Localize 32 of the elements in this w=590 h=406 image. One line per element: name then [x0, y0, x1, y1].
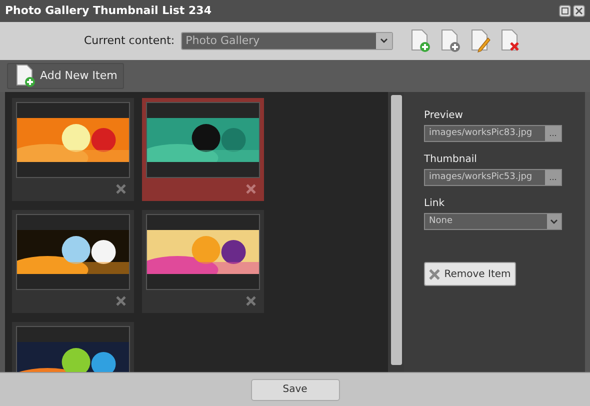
- path-field[interactable]: images/worksPic53.jpg ...: [424, 169, 562, 186]
- chevron-icon: [550, 218, 558, 224]
- field-label: Thumbnail: [424, 153, 478, 167]
- remove-icon[interactable]: [116, 184, 126, 194]
- field-label: Link: [424, 197, 446, 211]
- remove-icon[interactable]: [246, 296, 256, 306]
- maximize-icon[interactable]: [559, 5, 571, 17]
- path-field[interactable]: images/worksPic83.jpg ...: [424, 125, 562, 142]
- close-icon[interactable]: [573, 5, 585, 17]
- thumbnail-card[interactable]: [142, 98, 264, 201]
- edit-document-icon[interactable]: [468, 29, 491, 53]
- remove-icon[interactable]: [116, 296, 126, 306]
- thumbnail-card[interactable]: [142, 210, 264, 313]
- browse-button[interactable]: ...: [545, 126, 561, 141]
- add-document-icon[interactable]: [408, 29, 431, 53]
- content-label: Current content:: [84, 32, 175, 49]
- chevron-icon: [380, 38, 388, 44]
- duplicate-document-icon[interactable]: [438, 29, 461, 53]
- link-select[interactable]: None: [424, 213, 562, 230]
- thumbnail-card[interactable]: [12, 98, 134, 201]
- save-button[interactable]: Save: [250, 378, 340, 400]
- add-item-button[interactable]: Add New Item: [7, 63, 124, 89]
- content-select[interactable]: Photo Gallery: [180, 32, 393, 50]
- scrollbar[interactable]: [388, 92, 404, 372]
- window-title: Photo Gallery Thumbnail List 234: [5, 2, 212, 19]
- browse-button[interactable]: ...: [545, 170, 561, 185]
- field-label: Preview: [424, 109, 464, 123]
- thumbnail-card[interactable]: [12, 210, 134, 313]
- remove-item-button[interactable]: Remove Item: [424, 262, 516, 286]
- delete-document-icon[interactable]: [498, 29, 521, 53]
- remove-icon[interactable]: [429, 268, 440, 280]
- add-document-icon[interactable]: [14, 64, 36, 88]
